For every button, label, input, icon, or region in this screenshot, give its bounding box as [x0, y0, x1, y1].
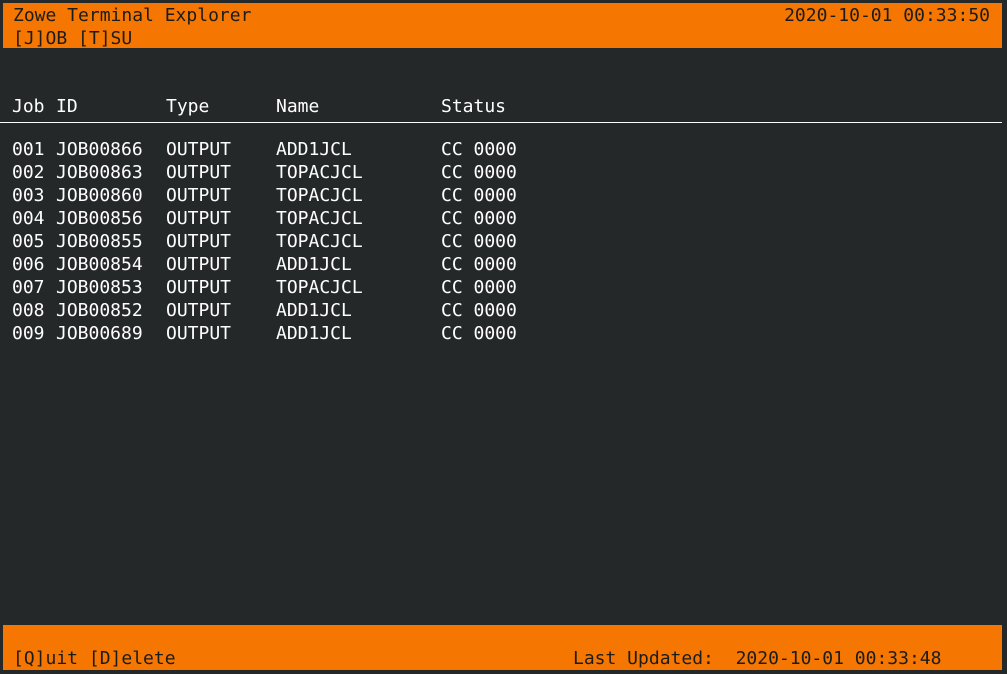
job-name: ADD1JCL — [276, 323, 352, 344]
job-type: OUTPUT — [166, 300, 232, 321]
table-row[interactable]: 004 JOB00856 OUTPUT TOPACJCL CC 0000 — [0, 207, 1002, 230]
job-number: 001 — [12, 139, 45, 160]
table-row[interactable]: 003 JOB00860 OUTPUT TOPACJCL CC 0000 — [0, 184, 1002, 207]
delete-action[interactable]: [D]elete — [89, 648, 176, 669]
job-name: TOPACJCL — [276, 208, 363, 229]
table-row[interactable]: 009 JOB00689 OUTPUT ADD1JCL CC 0000 — [0, 322, 1002, 345]
job-type: OUTPUT — [166, 208, 232, 229]
job-type: OUTPUT — [166, 162, 232, 183]
table-row[interactable]: 008 JOB00852 OUTPUT ADD1JCL CC 0000 — [0, 299, 1002, 322]
app-title: Zowe Terminal Explorer — [13, 5, 252, 26]
job-id: JOB00866 — [56, 139, 143, 160]
job-number: 007 — [12, 277, 45, 298]
column-header-type: Type — [166, 96, 210, 117]
table-row[interactable]: 006 JOB00854 OUTPUT ADD1JCL CC 0000 — [0, 253, 1002, 276]
job-id: JOB00852 — [56, 300, 143, 321]
header-clock: 2020-10-01 00:33:50 — [784, 5, 990, 26]
table-row[interactable]: 002 JOB00863 OUTPUT TOPACJCL CC 0000 — [0, 161, 1002, 184]
job-status: CC 0000 — [441, 277, 517, 298]
footer-actions: [Q]uit [D]elete — [13, 648, 176, 670]
job-status: CC 0000 — [441, 254, 517, 275]
last-updated-value: 2020-10-01 00:33:48 — [735, 648, 942, 669]
job-name: TOPACJCL — [276, 185, 363, 206]
job-number: 002 — [12, 162, 45, 183]
table-header: Job ID Type Name Status — [0, 95, 1002, 123]
job-type: OUTPUT — [166, 185, 232, 206]
table-row[interactable]: 001 JOB00866 OUTPUT ADD1JCL CC 0000 — [0, 138, 1002, 161]
job-name: ADD1JCL — [276, 254, 352, 275]
footer-bar: [Q]uit [D]elete Last Updated: 2020-10-01… — [3, 625, 1002, 670]
job-name: ADD1JCL — [276, 300, 352, 321]
table-body: 001 JOB00866 OUTPUT ADD1JCL CC 0000 002 … — [0, 138, 1002, 345]
job-number: 004 — [12, 208, 45, 229]
view-menu: [J]OB [T]SU — [13, 28, 132, 50]
job-number: 008 — [12, 300, 45, 321]
last-updated: Last Updated: 2020-10-01 00:33:48 — [573, 648, 941, 670]
job-number: 005 — [12, 231, 45, 252]
job-id: JOB00863 — [56, 162, 143, 183]
job-id: JOB00689 — [56, 323, 143, 344]
job-status: CC 0000 — [441, 231, 517, 252]
column-header-job: Job — [12, 96, 45, 117]
last-updated-label: Last Updated: — [573, 648, 714, 669]
job-id: JOB00855 — [56, 231, 143, 252]
job-number: 006 — [12, 254, 45, 275]
column-header-id: ID — [56, 96, 78, 117]
job-status: CC 0000 — [441, 185, 517, 206]
job-type: OUTPUT — [166, 254, 232, 275]
job-id: JOB00856 — [56, 208, 143, 229]
tsu-menu-item[interactable]: [T]SU — [78, 28, 132, 49]
job-status: CC 0000 — [441, 162, 517, 183]
header-bar: Zowe Terminal Explorer [J]OB [T]SU 2020-… — [3, 3, 1002, 50]
job-menu-item[interactable]: [J]OB — [13, 28, 67, 49]
job-number: 003 — [12, 185, 45, 206]
job-status: CC 0000 — [441, 208, 517, 229]
job-type: OUTPUT — [166, 277, 232, 298]
column-header-status: Status — [441, 96, 507, 117]
job-id: JOB00853 — [56, 277, 143, 298]
job-type: OUTPUT — [166, 323, 232, 344]
job-number: 009 — [12, 323, 45, 344]
jobs-table: Job ID Type Name Status 001 JOB00866 OUT… — [0, 95, 1002, 345]
job-name: TOPACJCL — [276, 277, 363, 298]
job-status: CC 0000 — [441, 139, 517, 160]
job-type: OUTPUT — [166, 139, 232, 160]
job-id: JOB00854 — [56, 254, 143, 275]
job-name: ADD1JCL — [276, 139, 352, 160]
column-header-name: Name — [276, 96, 320, 117]
job-id: JOB00860 — [56, 185, 143, 206]
job-name: TOPACJCL — [276, 231, 363, 252]
job-status: CC 0000 — [441, 300, 517, 321]
job-name: TOPACJCL — [276, 162, 363, 183]
table-row[interactable]: 007 JOB00853 OUTPUT TOPACJCL CC 0000 — [0, 276, 1002, 299]
job-type: OUTPUT — [166, 231, 232, 252]
quit-action[interactable]: [Q]uit — [13, 648, 78, 669]
job-status: CC 0000 — [441, 323, 517, 344]
table-row[interactable]: 005 JOB00855 OUTPUT TOPACJCL CC 0000 — [0, 230, 1002, 253]
